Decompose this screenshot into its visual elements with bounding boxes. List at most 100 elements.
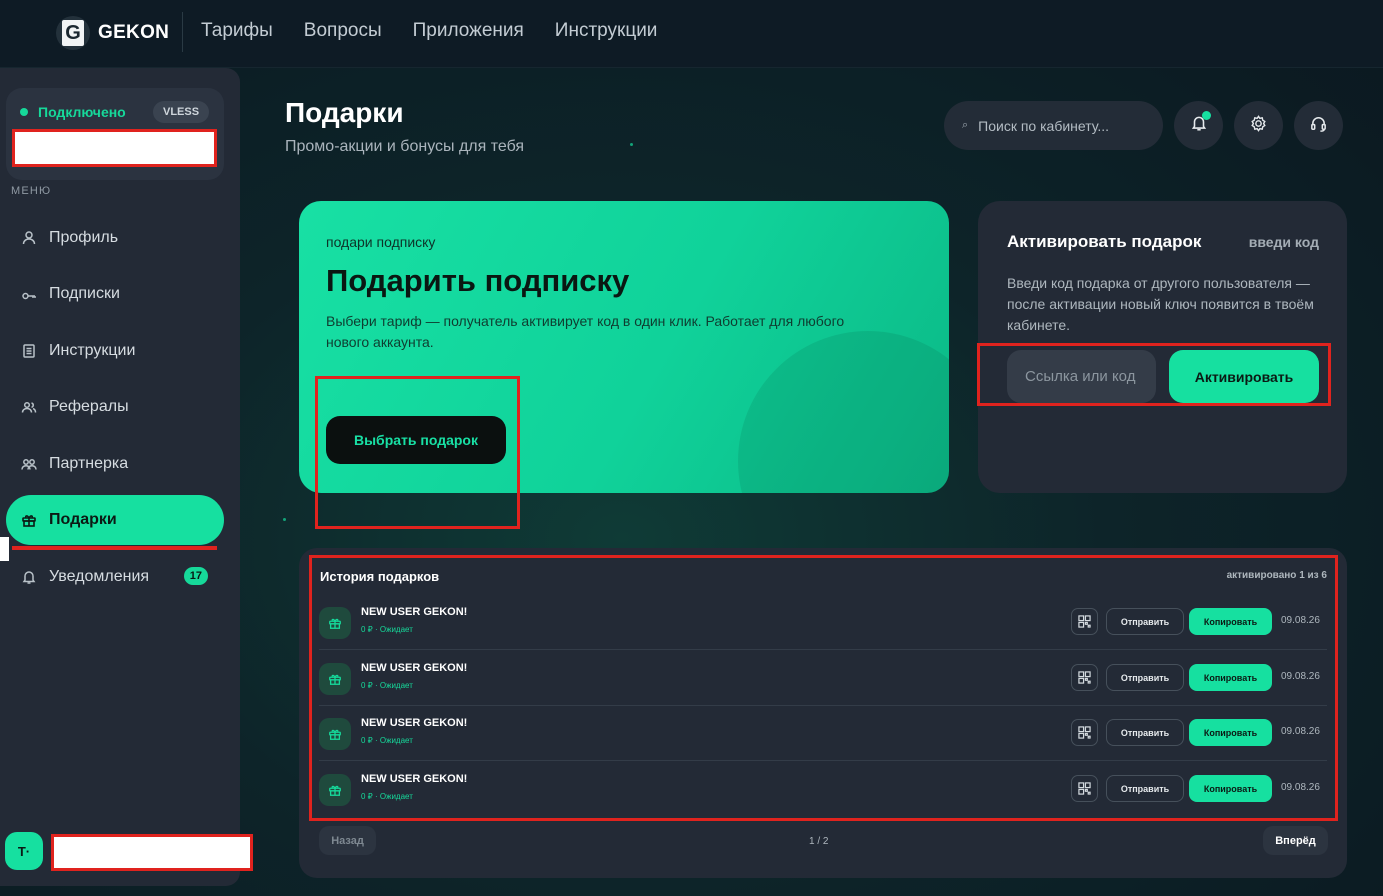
- qr-icon: [1078, 671, 1091, 684]
- gift-icon: [319, 607, 351, 639]
- qr-code-button[interactable]: [1071, 664, 1098, 691]
- choose-gift-button[interactable]: Выбрать подарок: [326, 416, 506, 464]
- brand-logo[interactable]: G GEKON: [56, 16, 169, 50]
- sidebar-item-referrals[interactable]: Рефералы: [6, 382, 224, 432]
- support-button[interactable]: [1294, 101, 1343, 150]
- decorative-circle: [738, 331, 949, 493]
- sidebar-edge-marker: [0, 537, 9, 561]
- gift-meta: 0 ₽ · Ожидает: [361, 625, 413, 634]
- partners-icon: [20, 455, 38, 473]
- pagination-next-button[interactable]: Вперёд: [1263, 826, 1328, 855]
- sidebar-item-label: Подписки: [49, 285, 120, 302]
- search-input[interactable]: [978, 117, 1139, 134]
- sidebar-item-label: Рефералы: [49, 398, 129, 415]
- qr-icon: [1078, 726, 1091, 739]
- nav-link-instructions[interactable]: Инструкции: [555, 20, 658, 42]
- sidebar-item-label: Инструкции: [49, 342, 136, 359]
- history-title: История подарков: [320, 569, 440, 584]
- redacted-field: [12, 129, 217, 167]
- redacted-username: [51, 834, 253, 871]
- unread-dot: [1202, 111, 1211, 120]
- gift-date: 09.08.26: [1281, 615, 1320, 626]
- qr-icon: [1078, 782, 1091, 795]
- send-button[interactable]: Отправить: [1106, 664, 1184, 691]
- send-button[interactable]: Отправить: [1106, 719, 1184, 746]
- sidebar-item-label: Подарки: [49, 511, 117, 528]
- sidebar-item-profile[interactable]: Профиль: [6, 213, 224, 263]
- pagination-prev-button[interactable]: Назад: [319, 826, 376, 855]
- copy-button[interactable]: Копировать: [1189, 775, 1272, 802]
- sidebar-item-gifts[interactable]: Подарки: [6, 495, 224, 545]
- copy-button[interactable]: Копировать: [1189, 719, 1272, 746]
- gift-date: 09.08.26: [1281, 671, 1320, 682]
- gift-kicker: подари подписку: [326, 234, 436, 250]
- table-row: NEW USER GEKON! 0 ₽ · Ожидает Отправить …: [319, 651, 1327, 706]
- activate-description: Введи код подарка от другого пользовател…: [1007, 275, 1314, 333]
- gear-icon: [1249, 114, 1268, 138]
- sidebar: Подключено VLESS МЕНЮ Профиль Подписки И…: [0, 68, 240, 886]
- qr-icon: [1078, 615, 1091, 628]
- background-speck: [630, 143, 633, 146]
- activate-title: Активировать подарок: [1007, 232, 1202, 251]
- copy-button[interactable]: Копировать: [1189, 608, 1272, 635]
- user-icon: [20, 229, 38, 247]
- nav-divider: [182, 12, 183, 52]
- gift-description: Выбери тариф — получатель активирует код…: [326, 313, 845, 350]
- gift-date: 09.08.26: [1281, 726, 1320, 737]
- top-nav: Тарифы Вопросы Приложения Инструкции: [201, 20, 657, 42]
- gift-icon: [319, 718, 351, 750]
- top-navigation-bar: G GEKON Тарифы Вопросы Приложения Инстру…: [0, 0, 1383, 68]
- background-speck: [283, 518, 286, 521]
- settings-button[interactable]: [1234, 101, 1283, 150]
- bell-icon: [20, 568, 38, 586]
- table-row: NEW USER GEKON! 0 ₽ · Ожидает Отправить …: [319, 706, 1327, 761]
- page-title: Подарки: [285, 97, 404, 128]
- gift-date: 09.08.26: [1281, 782, 1320, 793]
- key-icon: [20, 285, 38, 303]
- history-count: активировано 1 из 6: [1226, 570, 1327, 581]
- sidebar-item-subscriptions[interactable]: Подписки: [6, 269, 224, 319]
- copy-button[interactable]: Копировать: [1189, 664, 1272, 691]
- annotation-underline: [12, 546, 217, 550]
- qr-code-button[interactable]: [1071, 719, 1098, 746]
- sidebar-item-partner[interactable]: Партнерка: [6, 439, 224, 489]
- table-row: NEW USER GEKON! 0 ₽ · Ожидает Отправить …: [319, 762, 1327, 817]
- avatar[interactable]: T·: [5, 832, 43, 870]
- send-button[interactable]: Отправить: [1106, 775, 1184, 802]
- search-box[interactable]: ⌕: [944, 101, 1163, 150]
- qr-code-button[interactable]: [1071, 775, 1098, 802]
- nav-link-apps[interactable]: Приложения: [413, 20, 524, 42]
- send-button[interactable]: Отправить: [1106, 608, 1184, 635]
- gift-icon: [319, 774, 351, 806]
- nav-link-tariffs[interactable]: Тарифы: [201, 20, 273, 42]
- qr-code-button[interactable]: [1071, 608, 1098, 635]
- gift-name: NEW USER GEKON!: [361, 662, 468, 674]
- gift-meta: 0 ₽ · Ожидает: [361, 792, 413, 801]
- sidebar-item-instructions[interactable]: Инструкции: [6, 326, 224, 376]
- sidebar-item-label: Профиль: [49, 229, 119, 246]
- menu-title: МЕНЮ: [11, 185, 52, 197]
- gift-meta: 0 ₽ · Ожидает: [361, 681, 413, 690]
- notifications-button[interactable]: [1174, 101, 1223, 150]
- gift-icon: [20, 511, 38, 529]
- gift-code-input[interactable]: [1007, 350, 1156, 403]
- gift-name: NEW USER GEKON!: [361, 773, 468, 785]
- sidebar-item-notifications[interactable]: Уведомления 17: [6, 552, 224, 602]
- status-dot: [20, 108, 28, 116]
- sidebar-item-label: Уведомления: [49, 568, 150, 585]
- sidebar-item-label: Партнерка: [49, 455, 129, 472]
- users-icon: [20, 398, 38, 416]
- nav-link-questions[interactable]: Вопросы: [304, 20, 382, 42]
- headset-icon: [1309, 114, 1328, 138]
- table-row: NEW USER GEKON! 0 ₽ · Ожидает Отправить …: [319, 595, 1327, 650]
- page-subtitle: Промо-акции и бонусы для тебя: [285, 138, 525, 155]
- gift-name: NEW USER GEKON!: [361, 717, 468, 729]
- gift-name: NEW USER GEKON!: [361, 606, 468, 618]
- activate-button[interactable]: Активировать: [1169, 350, 1319, 403]
- activate-gift-card: Активировать подарок введи код Введи код…: [978, 201, 1347, 493]
- notification-count-badge: 17: [183, 567, 208, 585]
- protocol-badge: VLESS: [153, 101, 210, 123]
- connection-status: Подключено: [38, 104, 126, 120]
- gift-subscription-card: подари подписку Подарить подписку Выбери…: [299, 201, 949, 493]
- gift-meta: 0 ₽ · Ожидает: [361, 736, 413, 745]
